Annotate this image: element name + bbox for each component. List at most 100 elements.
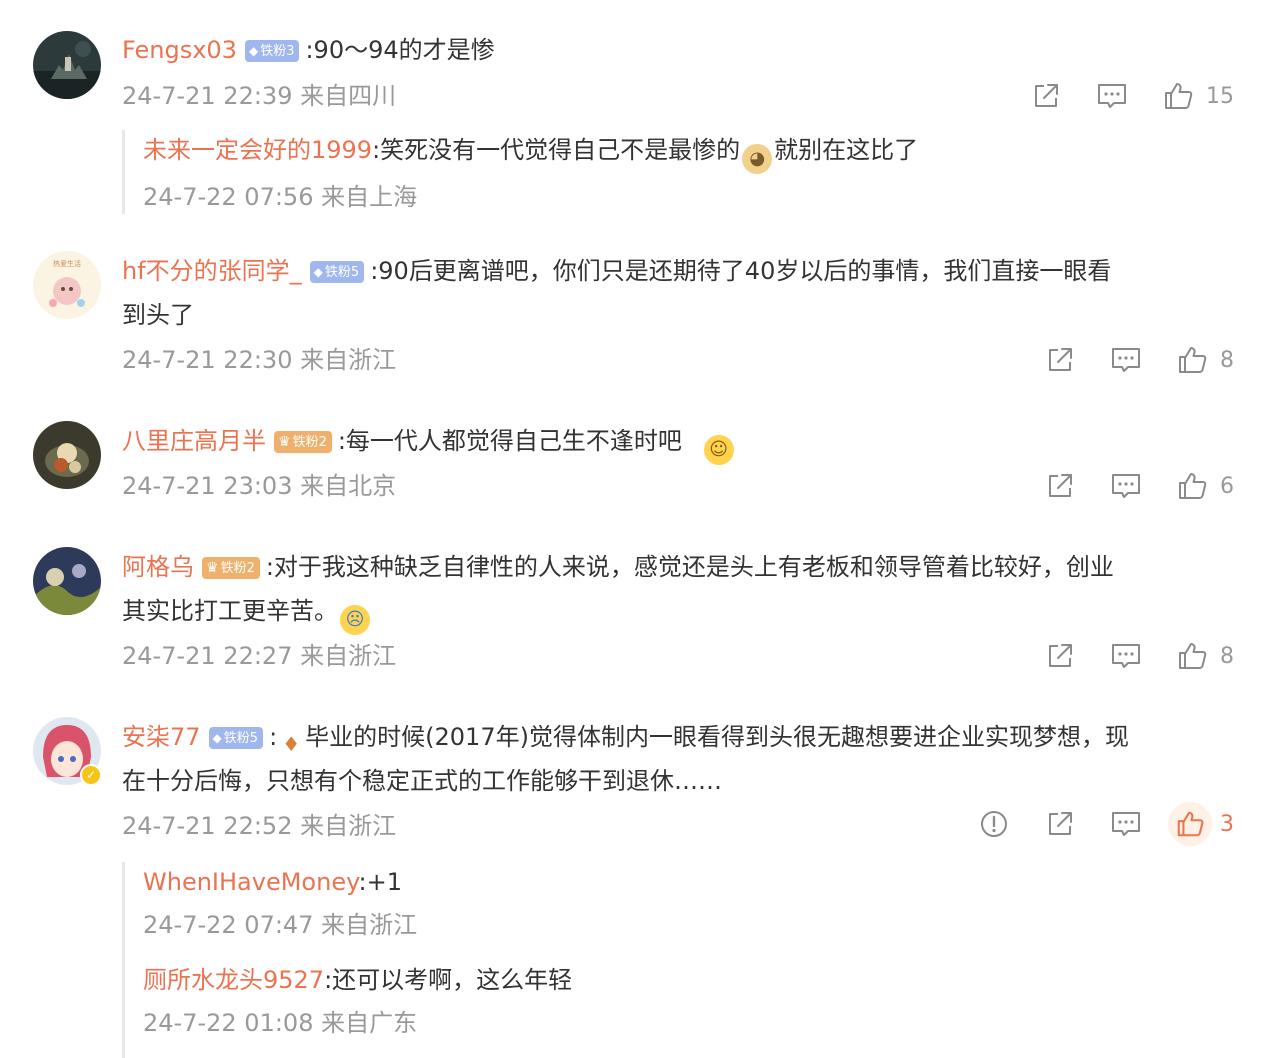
crying-emoji-icon: ☹: [340, 605, 370, 635]
comment-icon: [1110, 808, 1142, 840]
comment-actions: 15: [996, 76, 1234, 116]
comment-text-line: 在十分后悔，只想有个稳定正式的工作能够干到退休……: [122, 767, 722, 795]
comment-icon: [1096, 80, 1128, 112]
like-count: 8: [1220, 643, 1234, 669]
reply-item: WhenIHaveMoney:+1 24-7-22 07:47 来自浙江: [143, 862, 572, 942]
username-link[interactable]: 厕所水龙头9527: [143, 966, 324, 994]
reply-thread: 未来一定会好的1999:笑死没有一代觉得自己不是最惨的 ◕ 就别在这比了 24-7-…: [122, 130, 918, 214]
fan-badge: ◆ 铁粉5: [208, 727, 264, 749]
comment-text-line: 其实比打工更辛苦。 ☹: [122, 589, 1222, 635]
comment-actions: 6: [1010, 466, 1234, 506]
reply-text: :+1: [358, 868, 403, 896]
fan-badge: ◆ 铁粉3: [244, 40, 300, 62]
like-count: 8: [1220, 347, 1234, 373]
fan-badge-label: 铁粉5: [324, 265, 360, 280]
comment-text: :对于我这种缺乏自律性的人来说，感觉还是头上有老板和领导管着比较好，创业: [265, 553, 1114, 581]
like-button[interactable]: 8: [1176, 344, 1234, 376]
reply-text-line: WhenIHaveMoney:+1: [143, 862, 572, 902]
share-button[interactable]: [1044, 470, 1076, 502]
avatar[interactable]: [33, 421, 101, 489]
share-button[interactable]: [1030, 80, 1062, 112]
comment-icon: [1110, 470, 1142, 502]
torch-emoji-icon: ♦: [282, 732, 301, 756]
username-link[interactable]: 未来一定会好的1999: [143, 136, 372, 164]
username-link[interactable]: hf不分的张同学_: [122, 257, 302, 285]
like-button[interactable]: 8: [1176, 640, 1234, 672]
thumbs-up-icon: [1176, 344, 1208, 376]
diamond-icon: ◆: [248, 44, 259, 58]
username-link[interactable]: Fengsx03: [122, 36, 237, 64]
comment-icon: [1110, 344, 1142, 376]
like-button[interactable]: 6: [1176, 470, 1234, 502]
comment-text-line: 八里庄高月半 ♛ 铁粉2:每一代人都觉得自己生不逢时吧 ☺: [122, 419, 1222, 465]
username-link[interactable]: 八里庄高月半: [122, 427, 266, 455]
fan-badge: ◆ 铁粉5: [309, 261, 365, 283]
reply-item: 厕所水龙头9527:还可以考啊，这么年轻 24-7-22 01:08 来自广东: [143, 960, 572, 1040]
share-button[interactable]: [1044, 344, 1076, 376]
share-icon: [1044, 344, 1076, 376]
reply-text-line: 未来一定会好的1999:笑死没有一代觉得自己不是最惨的 ◕ 就别在这比了: [143, 130, 918, 174]
comment-text: :每一代人都觉得自己生不逢时吧: [337, 427, 682, 455]
comment-meta: 24-7-21 22:27 来自浙江: [122, 642, 397, 670]
username-link[interactable]: 阿格乌: [122, 553, 194, 581]
share-icon: [1044, 640, 1076, 672]
username-link[interactable]: 安柒77: [122, 723, 201, 751]
reply-text: 就别在这比了: [774, 136, 919, 164]
comment-text: 其实比打工更辛苦。: [122, 597, 338, 625]
reply-text: :笑死没有一代觉得自己不是最惨的: [372, 136, 741, 164]
reply-meta: 24-7-22 07:47 来自浙江: [143, 911, 418, 939]
fan-badge-label: 铁粉3: [260, 44, 295, 59]
comment-text-line: 阿格乌 ♛ 铁粉2:对于我这种缺乏自律性的人来说，感觉还是头上有老板和领导管着比较好…: [122, 545, 1222, 589]
comment-meta: 24-7-21 23:03 来自北京: [122, 472, 397, 500]
fan-badge-label: 铁粉5: [223, 731, 259, 746]
fan-badge: ♛ 铁粉2: [202, 557, 260, 579]
reply-button[interactable]: [1110, 640, 1142, 672]
comment-text: :90后更离谱吧，你们只是还期待了40岁以后的事情，我们直接一眼看: [370, 257, 1112, 285]
like-button-active: [1168, 802, 1212, 846]
share-button[interactable]: [1044, 808, 1076, 840]
share-icon: [1044, 808, 1076, 840]
comment-text-line: 安柒77 ◆ 铁粉5: ♦ 毕业的时候(2017年)觉得体制内一眼看得到头很无趣想要进企…: [122, 715, 1222, 759]
like-count: 3: [1220, 811, 1234, 837]
crown-icon: ♛: [278, 434, 291, 450]
diamond-icon: ◆: [212, 731, 222, 745]
like-count: 6: [1220, 473, 1234, 499]
avatar-caption: 热爱生活: [53, 259, 81, 268]
avatar[interactable]: [33, 547, 101, 615]
like-button[interactable]: 3: [1168, 802, 1234, 846]
fan-badge-label: 铁粉2: [292, 435, 327, 450]
avatar[interactable]: 热爱生活: [33, 251, 101, 319]
avatar[interactable]: [33, 31, 101, 99]
diamond-icon: ◆: [313, 265, 323, 279]
reply-meta: 24-7-22 01:08 来自广东: [143, 1009, 418, 1037]
reply-button[interactable]: [1110, 808, 1142, 840]
reply-button[interactable]: [1110, 470, 1142, 502]
fan-badge: ♛ 铁粉2: [274, 431, 332, 453]
comment-text: :90～94的才是惨: [305, 36, 495, 64]
username-link[interactable]: WhenIHaveMoney: [143, 868, 359, 896]
comment-meta: 24-7-21 22:39 来自四川: [122, 82, 397, 110]
verified-badge-icon: ✓: [80, 764, 102, 786]
comment-meta: 24-7-21 22:52 来自浙江: [122, 812, 397, 840]
share-button[interactable]: [1044, 640, 1076, 672]
like-button[interactable]: 15: [1162, 80, 1234, 112]
report-button[interactable]: [978, 808, 1010, 840]
comment-icon: [1110, 640, 1142, 672]
doge-emoji-icon: ◕: [742, 144, 773, 174]
thinking-emoji-icon: ☺: [703, 435, 734, 465]
reply-button[interactable]: [1110, 344, 1142, 376]
share-icon: [1030, 80, 1062, 112]
thumbs-up-icon: [1176, 470, 1208, 502]
comment-actions: 3: [944, 802, 1234, 846]
reply-button[interactable]: [1096, 80, 1128, 112]
comment-text-line: hf不分的张同学_ ◆ 铁粉5:90后更离谱吧，你们只是还期待了40岁以后的事情，我…: [122, 249, 1222, 293]
fan-badge-label: 铁粉2: [220, 561, 255, 576]
comment-actions: 8: [1010, 340, 1234, 380]
comment-text: 毕业的时候(2017年)觉得体制内一眼看得到头很无趣想要进企业实现梦想，现: [305, 723, 1129, 751]
thumbs-up-icon: [1175, 809, 1205, 839]
comment-text-line: 到头了: [122, 301, 194, 329]
like-count: 15: [1206, 83, 1234, 109]
thumbs-up-icon: [1162, 80, 1194, 112]
reply-text-line: 厕所水龙头9527:还可以考啊，这么年轻: [143, 960, 572, 1000]
share-icon: [1044, 470, 1076, 502]
